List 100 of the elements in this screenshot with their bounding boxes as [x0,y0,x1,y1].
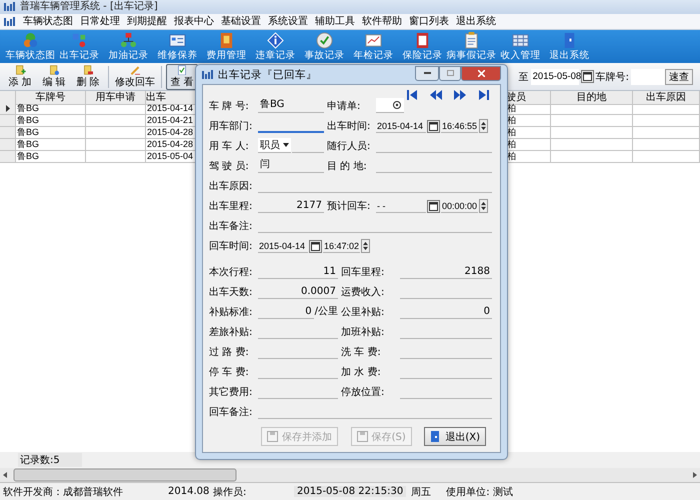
toolbar-button[interactable]: 车辆状态图 [6,50,56,61]
plate-search-field[interactable]: 速查 [631,68,693,84]
quick-search-button[interactable]: 速查 [665,68,693,84]
input-field[interactable]: 0.0007 [258,284,338,299]
version-text: 2014.08 [168,486,208,497]
toolbar-button[interactable]: 收入管理 [500,50,540,61]
dialog-button[interactable]: 退出(X) [424,427,486,446]
toolbar-button[interactable]: 费用管理 [206,50,246,61]
calendar-button[interactable] [427,200,440,213]
field-label: 用车部门: [209,120,254,133]
toolbar-button[interactable]: 保险记录 [402,50,442,61]
calendar-icon [429,202,438,211]
table-cell [86,139,146,151]
calendar-button[interactable] [427,120,440,133]
calendar-icon [582,72,592,81]
form-icon [169,32,186,49]
first-record-button[interactable] [406,89,418,101]
previous-record-icon [430,89,442,101]
minimize-button[interactable] [415,66,439,80]
input-field[interactable]: 0 [400,304,492,319]
time-field[interactable]: 16:46:55 [441,118,478,133]
action-button[interactable]: 修改回车 [113,64,157,90]
spinner-arrows-icon [481,121,486,131]
toolbar-button[interactable]: 维修保养 [158,50,198,61]
calendar-button[interactable] [309,240,322,253]
menu-item[interactable]: 日常处理 [80,16,120,28]
record-count: 记录数:5 [18,453,82,467]
app-logo-icon [4,2,16,12]
menu-item[interactable]: 系统设置 [268,16,308,28]
table-cell: 鲁BG [16,103,86,115]
next-record-icon [454,89,466,101]
menu-item[interactable]: 辅助工具 [315,16,355,28]
last-record-icon [478,89,490,101]
toolbar-button[interactable]: 加油记录 [108,50,148,61]
toolbar-button[interactable]: 年检记录 [354,50,394,61]
person-type-dropdown[interactable]: 职员 [258,138,291,153]
menu-item[interactable]: 基础设置 [221,16,261,28]
date-field[interactable]: 2015-04-14 [258,238,308,253]
weekday-text: 周五 [411,486,432,498]
datetime-text: 2015-05-08 22:15:30 [294,486,406,497]
menu-item[interactable]: 报表中心 [174,16,214,28]
action-button[interactable]: 添 加 [4,64,36,90]
toolbar-button[interactable]: 退出系统 [550,50,590,61]
time-field[interactable]: 00:00:00 [441,198,478,213]
time-spinner[interactable] [361,239,370,253]
time-field[interactable]: 16:47:02 [323,238,360,253]
field-label: 随行人员: [327,140,372,153]
previous-record-button[interactable] [430,89,442,101]
field-label: 出车时间: [327,120,372,133]
field-label: 出车原因: [209,180,254,193]
date-field[interactable]: - - [376,198,426,213]
action-button[interactable]: 查 看 [166,64,198,90]
request-lookup-field[interactable] [376,98,404,113]
input-field[interactable]: 0 [258,304,314,319]
menu-item[interactable]: 软件帮助 [362,16,402,28]
toolbar-button[interactable]: 出车记录 [60,50,100,61]
input-field[interactable]: 2188 [400,264,492,279]
toolbar-button[interactable]: 违章记录 [256,50,296,61]
unit-text: 使用单位: 测试 [446,486,513,498]
table-cell [86,151,146,163]
action-button[interactable]: 编 辑 [38,64,70,90]
time-spinner[interactable] [479,119,488,133]
input-field[interactable]: 11 [258,264,338,279]
toolbar-button[interactable]: 病事假记录 [446,50,496,61]
developer-text: 软件开发商：成都普瑞软件 [3,486,124,498]
column-header[interactable]: 出车 [146,91,198,105]
date-field[interactable]: 2015-05-08 [530,68,579,84]
input-field[interactable]: 鲁BG [258,98,324,113]
app-logo-icon [202,70,214,80]
calendar-button[interactable] [580,70,594,83]
menu-item[interactable]: 退出系统 [456,16,496,28]
column-header[interactable]: 目的地 [551,91,633,105]
toolbar-button[interactable]: 事故记录 [304,50,344,61]
operator-label: 操作员: [213,486,248,498]
next-record-button[interactable] [454,89,466,101]
menu-item[interactable]: 窗口列表 [409,16,449,28]
column-header[interactable]: 车牌号 [16,91,86,105]
time-spinner[interactable] [479,199,488,213]
table-cell [633,127,700,139]
input-field[interactable]: 闫 [258,158,324,173]
column-header[interactable]: 用车申请 [86,91,146,105]
action-button[interactable]: 删 除 [72,64,104,90]
close-button[interactable] [461,66,501,80]
menu-item[interactable]: 到期提醒 [127,16,167,28]
window-title: 普瑞车辆管理系统 - [出车记录] [20,1,158,13]
table-cell: 鲁BG [16,115,86,127]
column-header[interactable]: 出车原因 [633,91,700,105]
date-field[interactable]: 2015-04-14 [376,118,426,133]
horizontal-scrollbar[interactable] [0,468,700,482]
app-logo-icon [4,16,16,26]
field-label: 车 牌 号: [209,100,250,113]
row-indicator[interactable] [0,103,16,115]
input-field[interactable]: 2177 [258,198,324,213]
field-label: 洗 车 费: [341,346,382,359]
field-label: 申请单: [327,100,362,113]
last-record-button[interactable] [478,89,490,101]
menu-item[interactable]: 车辆状态图 [23,16,73,28]
table-cell: 鲁BG [16,151,86,163]
field-label: 公里补贴: [341,306,386,319]
table-cell [633,139,700,151]
